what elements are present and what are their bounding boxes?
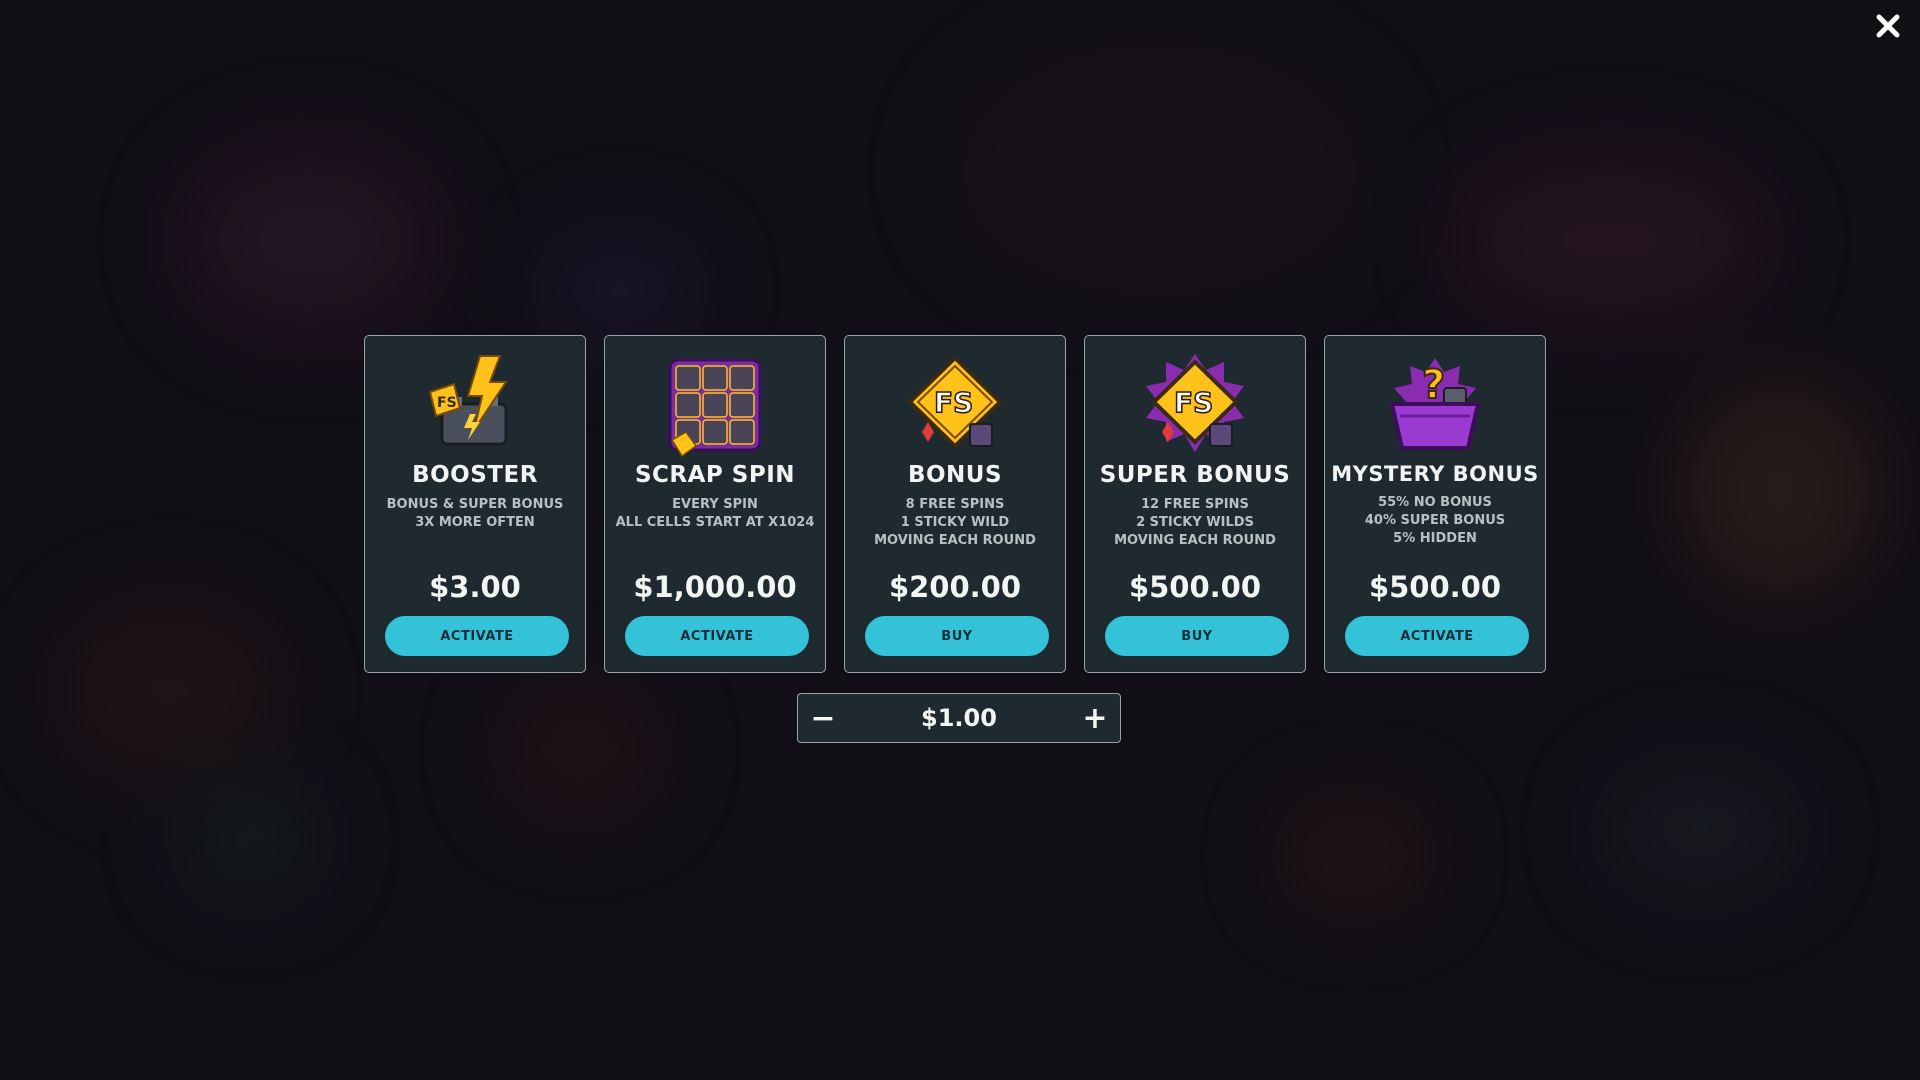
- card-description: 55% No Bonus 40% Super Bonus 5% Hidden: [1330, 494, 1540, 548]
- bet-stepper: − $1.00 +: [797, 693, 1121, 743]
- card-scrap-spin: Scrap Spin Every Spin All Cells Start at…: [604, 335, 826, 673]
- card-super-bonus: FS Super Bonus 12 Free Spins 2 Sticky Wi…: [1084, 335, 1306, 673]
- card-title: Bonus: [907, 462, 1003, 488]
- card-title: Mystery Bonus: [1331, 462, 1539, 486]
- card-desc-line: 2 Sticky Wilds: [1136, 515, 1254, 530]
- card-price: $1,000.00: [633, 570, 797, 604]
- card-desc-line: 55% No Bonus: [1378, 495, 1492, 510]
- activate-booster-button[interactable]: Activate: [385, 616, 569, 656]
- card-desc-line: 12 Free Spins: [1141, 497, 1249, 512]
- activate-mystery-bonus-button[interactable]: Activate: [1345, 616, 1529, 656]
- card-desc-line: Moving Each Round: [1114, 533, 1276, 548]
- svg-text:FS: FS: [437, 395, 457, 411]
- card-description: Every Spin All Cells Start at x1024: [610, 496, 820, 532]
- card-price: $200.00: [888, 570, 1022, 604]
- buy-super-bonus-button[interactable]: Buy: [1105, 616, 1289, 656]
- card-title: Scrap Spin: [634, 462, 796, 488]
- card-title: Booster: [412, 462, 538, 488]
- buy-bonus-button[interactable]: Buy: [865, 616, 1049, 656]
- card-desc-line: Every Spin: [672, 497, 758, 512]
- svg-text:?: ?: [1422, 362, 1445, 408]
- close-icon: [1876, 14, 1900, 38]
- booster-battery-icon: FS: [420, 352, 530, 462]
- increase-bet-button[interactable]: +: [1070, 694, 1120, 742]
- card-price: $3.00: [429, 570, 521, 604]
- card-desc-line: 1 Sticky Wild: [900, 515, 1010, 530]
- card-booster: FS Booster Bonus & Super Bonus 3x More O…: [364, 335, 586, 673]
- card-desc-line: Moving Each Round: [874, 533, 1036, 548]
- card-description: 12 Free Spins 2 Sticky Wilds Moving Each…: [1090, 496, 1300, 550]
- card-mystery-bonus: ? Mystery Bonus 55% No Bonus 40% Super B…: [1324, 335, 1546, 673]
- bet-value: $1.00: [921, 704, 997, 732]
- scrap-spin-grid-icon: [660, 352, 770, 462]
- card-desc-line: 8 Free Spins: [905, 497, 1005, 512]
- decrease-bet-button[interactable]: −: [798, 694, 848, 742]
- svg-text:FS: FS: [934, 386, 973, 419]
- card-desc-line: All Cells Start at x1024: [615, 515, 815, 530]
- activate-scrap-spin-button[interactable]: Activate: [625, 616, 809, 656]
- card-desc-line: 3x More Often: [415, 515, 535, 530]
- card-description: 8 Free Spins 1 Sticky Wild Moving Each R…: [850, 496, 1060, 550]
- card-description: Bonus & Super Bonus 3x More Often: [370, 496, 580, 532]
- svg-text:FS: FS: [1174, 386, 1213, 419]
- card-desc-line: 40% Super Bonus: [1364, 513, 1506, 528]
- card-title: Super Bonus: [1099, 462, 1291, 488]
- card-price: $500.00: [1368, 570, 1502, 604]
- fs-sign-burst-icon: FS: [1140, 352, 1250, 462]
- card-price: $500.00: [1128, 570, 1262, 604]
- card-desc-line: 5% Hidden: [1393, 531, 1477, 546]
- close-button[interactable]: [1870, 8, 1906, 44]
- mystery-bin-icon: ?: [1380, 352, 1490, 462]
- card-desc-line: Bonus & Super Bonus: [386, 497, 564, 512]
- card-bonus: FS Bonus 8 Free Spins 1 Sticky Wild Movi…: [844, 335, 1066, 673]
- bonus-cards: FS Booster Bonus & Super Bonus 3x More O…: [364, 335, 1546, 673]
- fs-sign-icon: FS: [900, 352, 1010, 462]
